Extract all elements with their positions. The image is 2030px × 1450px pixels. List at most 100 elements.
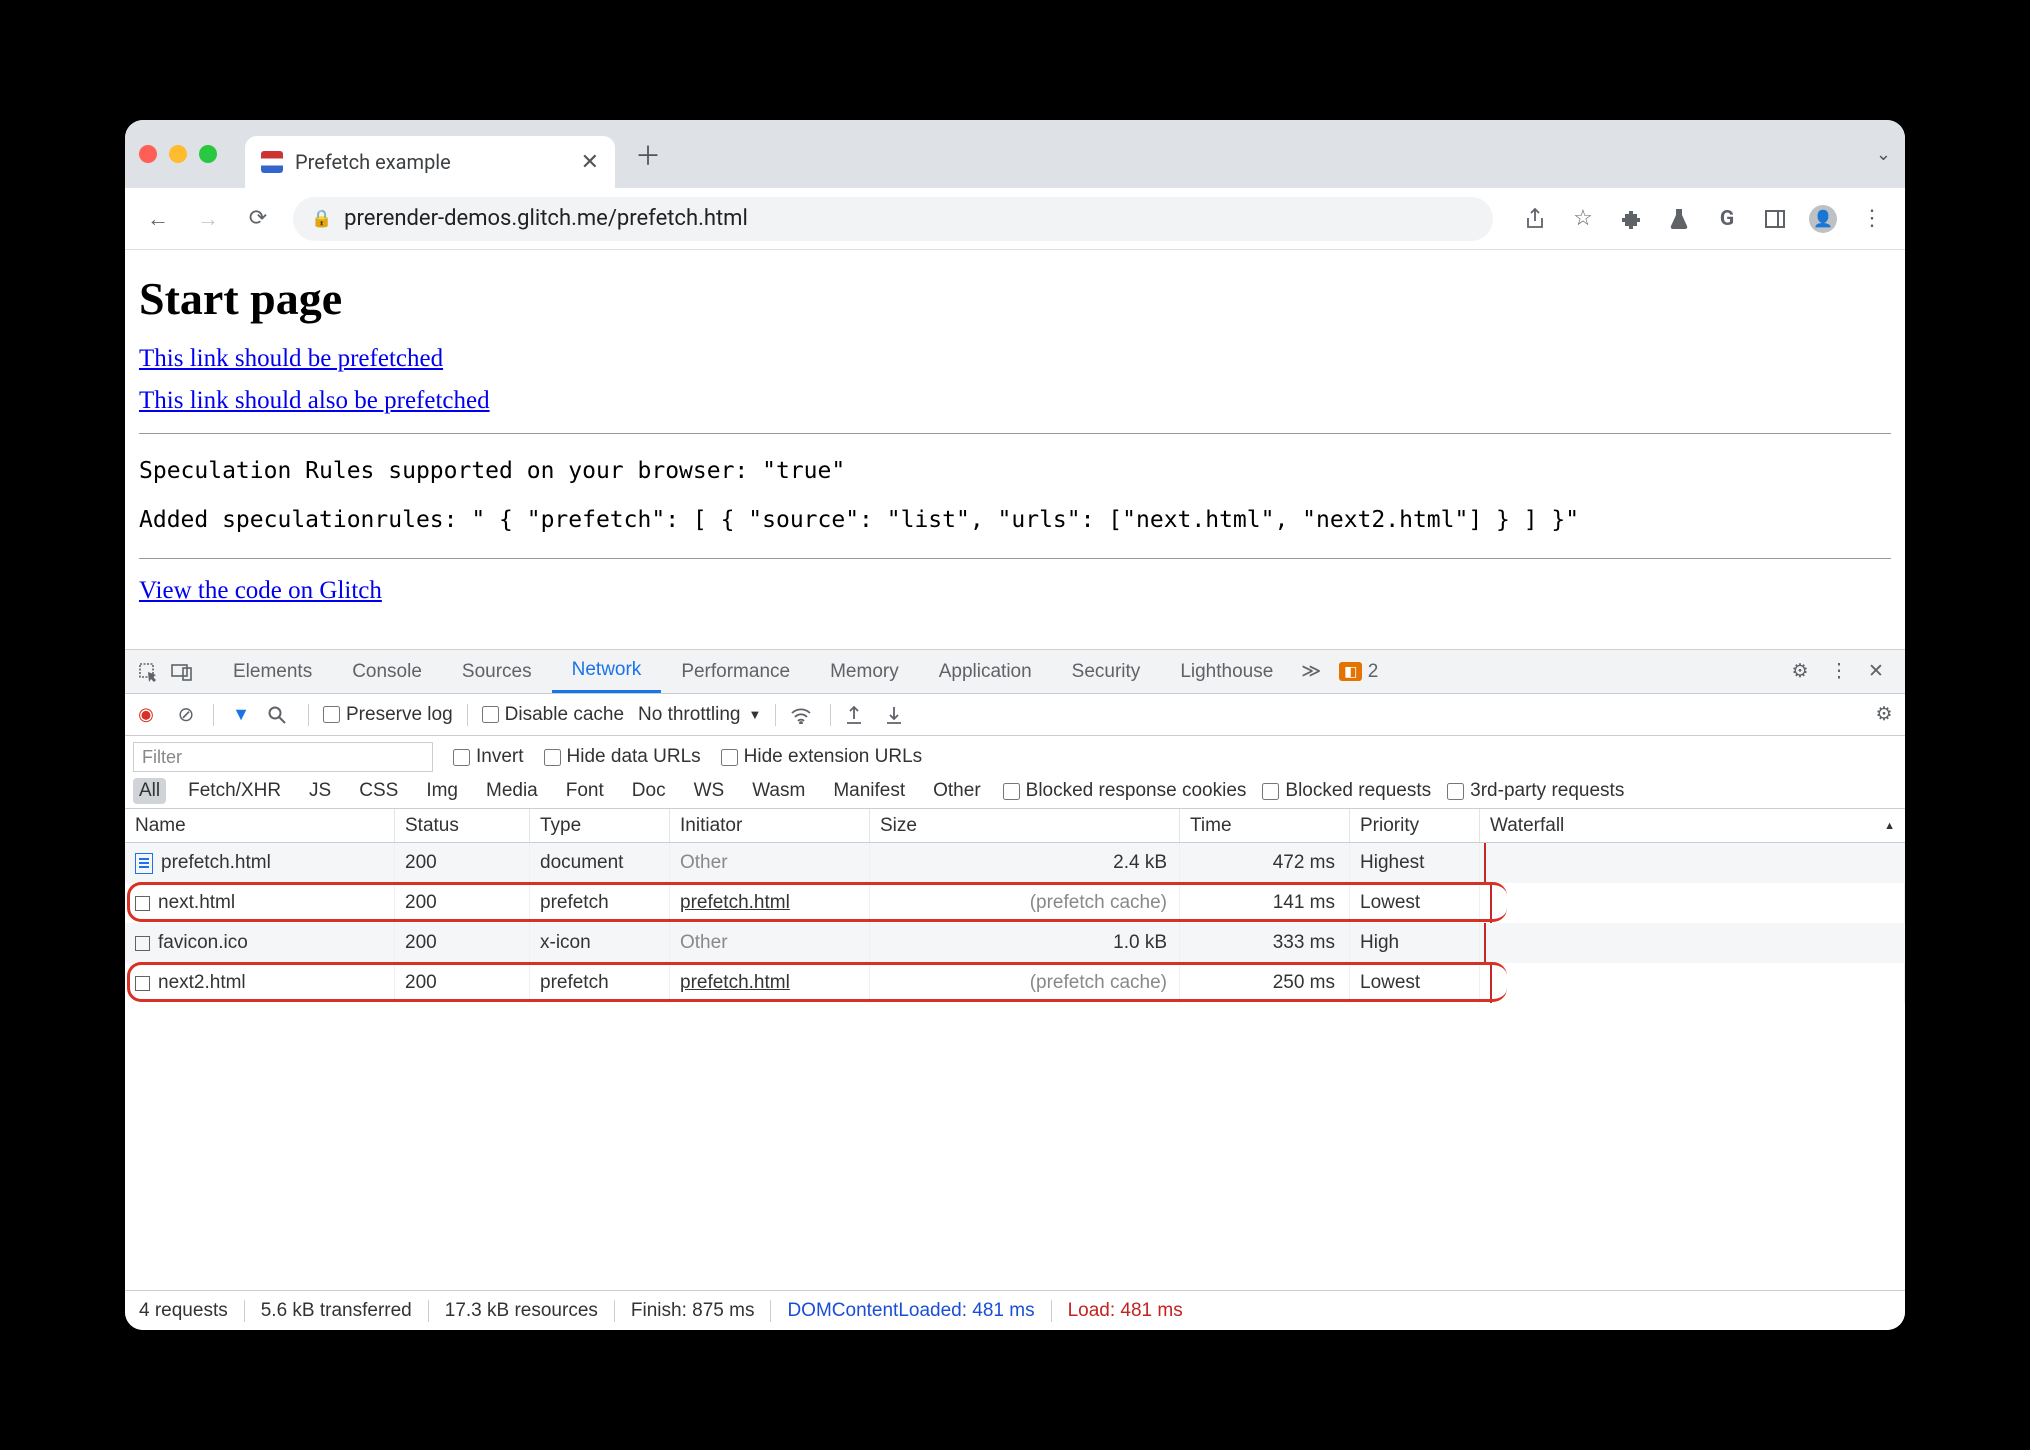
filter-type-ws[interactable]: WS	[688, 778, 731, 804]
status-finish: Finish: 875 ms	[615, 1300, 772, 1322]
reload-button[interactable]: ⟳	[235, 196, 281, 242]
filter-type-font[interactable]: Font	[560, 778, 610, 804]
search-icon[interactable]	[268, 706, 294, 724]
throttling-select[interactable]: No throttling▼	[638, 704, 761, 726]
tab-strip: Prefetch example ✕ ＋ ⌄	[125, 120, 1905, 188]
cell-initiator-link[interactable]: prefetch.html	[680, 892, 790, 914]
filter-type-all[interactable]: All	[133, 778, 166, 804]
filter-type-img[interactable]: Img	[420, 778, 464, 804]
tab-application[interactable]: Application	[919, 650, 1052, 693]
tab-performance[interactable]: Performance	[661, 650, 810, 693]
filter-type-css[interactable]: CSS	[353, 778, 404, 804]
device-toolbar-icon[interactable]	[165, 650, 199, 693]
page-heading: Start page	[139, 272, 1891, 325]
cell-initiator: Other	[680, 932, 728, 954]
browser-menu-button[interactable]: ⋮	[1847, 196, 1895, 242]
col-size[interactable]: Size	[870, 809, 1180, 842]
share-icon[interactable]	[1511, 196, 1559, 242]
invert-checkbox[interactable]: Invert	[453, 746, 524, 768]
clear-button[interactable]: ⊘	[173, 702, 199, 727]
cell-type: prefetch	[540, 972, 609, 994]
tab-security[interactable]: Security	[1052, 650, 1161, 693]
col-type[interactable]: Type	[530, 809, 670, 842]
lock-icon: 🔒	[311, 209, 332, 229]
devtools-close-button[interactable]: ✕	[1859, 660, 1893, 683]
filter-input[interactable]: Filter	[133, 742, 433, 772]
browser-tab[interactable]: Prefetch example ✕	[245, 136, 615, 188]
cell-initiator-link[interactable]: prefetch.html	[680, 972, 790, 994]
blocked-requests-checkbox[interactable]: Blocked requests	[1262, 780, 1431, 802]
export-har-icon[interactable]	[845, 705, 871, 725]
filter-type-manifest[interactable]: Manifest	[827, 778, 911, 804]
col-priority[interactable]: Priority	[1350, 809, 1480, 842]
cell-name: prefetch.html	[161, 852, 271, 874]
col-initiator[interactable]: Initiator	[670, 809, 870, 842]
devtools-menu-button[interactable]: ⋮	[1821, 660, 1855, 683]
blocked-cookies-checkbox[interactable]: Blocked response cookies	[1003, 780, 1247, 802]
third-party-checkbox[interactable]: 3rd-party requests	[1447, 780, 1624, 802]
record-button[interactable]: ◉	[133, 704, 159, 725]
filter-type-js[interactable]: JS	[303, 778, 337, 804]
filter-type-doc[interactable]: Doc	[626, 778, 672, 804]
col-status[interactable]: Status	[395, 809, 530, 842]
col-name[interactable]: Name	[125, 809, 395, 842]
devtools-settings-icon[interactable]: ⚙	[1783, 660, 1817, 683]
hide-extension-urls-checkbox[interactable]: Hide extension URLs	[721, 746, 922, 768]
table-row[interactable]: favicon.ico200x-iconOther1.0 kB333 msHig…	[125, 923, 1905, 963]
preserve-log-checkbox[interactable]: Preserve log	[323, 704, 453, 726]
status-requests: 4 requests	[139, 1300, 245, 1322]
disable-cache-checkbox[interactable]: Disable cache	[482, 704, 624, 726]
back-button[interactable]: ←	[135, 196, 181, 242]
table-row[interactable]: prefetch.html200documentOther2.4 kB472 m…	[125, 843, 1905, 883]
tab-sources[interactable]: Sources	[442, 650, 552, 693]
filter-type-media[interactable]: Media	[480, 778, 544, 804]
side-panel-icon[interactable]	[1751, 196, 1799, 242]
table-row[interactable]: next2.html200prefetchprefetch.html(prefe…	[125, 963, 1905, 1003]
col-waterfall[interactable]: Waterfall▲	[1480, 809, 1905, 842]
table-row[interactable]: next.html200prefetchprefetch.html(prefet…	[125, 883, 1905, 923]
inspect-element-icon[interactable]	[131, 650, 165, 693]
prefetch-link-2[interactable]: This link should also be prefetched	[139, 387, 490, 415]
address-bar[interactable]: 🔒 prerender-demos.glitch.me/prefetch.htm…	[293, 197, 1493, 241]
hide-data-urls-checkbox[interactable]: Hide data URLs	[544, 746, 701, 768]
profile-avatar[interactable]: 👤	[1799, 196, 1847, 242]
cell-name: next.html	[158, 892, 235, 914]
minimize-window-button[interactable]	[169, 145, 187, 163]
tab-memory[interactable]: Memory	[810, 650, 919, 693]
close-tab-button[interactable]: ✕	[581, 150, 599, 175]
more-tabs-button[interactable]: ≫	[1293, 650, 1329, 693]
close-window-button[interactable]	[139, 145, 157, 163]
filter-type-other[interactable]: Other	[927, 778, 987, 804]
tab-elements[interactable]: Elements	[213, 650, 332, 693]
extensions-icon[interactable]	[1607, 196, 1655, 242]
import-har-icon[interactable]	[885, 705, 911, 725]
new-tab-button[interactable]: ＋	[635, 136, 661, 173]
network-conditions-icon[interactable]	[790, 706, 816, 724]
document-icon	[135, 853, 153, 874]
col-time[interactable]: Time	[1180, 809, 1350, 842]
tab-console[interactable]: Console	[332, 650, 442, 693]
filter-type-fetchxhr[interactable]: Fetch/XHR	[182, 778, 287, 804]
cell-status: 200	[405, 972, 437, 994]
filter-toggle-icon[interactable]: ▼	[228, 704, 254, 725]
tab-lighthouse[interactable]: Lighthouse	[1160, 650, 1293, 693]
devtools-tab-bar: Elements Console Sources Network Perform…	[125, 650, 1905, 694]
view-code-link[interactable]: View the code on Glitch	[139, 577, 382, 605]
prefetch-link-1[interactable]: This link should be prefetched	[139, 345, 443, 373]
tab-network[interactable]: Network	[552, 650, 662, 693]
cell-time: 472 ms	[1273, 852, 1335, 874]
labs-icon[interactable]	[1655, 196, 1703, 242]
network-toolbar: ◉ ⊘ ▼ Preserve log Disable cache No thro…	[125, 694, 1905, 736]
tab-list-button[interactable]: ⌄	[1876, 144, 1891, 165]
maximize-window-button[interactable]	[199, 145, 217, 163]
cell-time: 250 ms	[1273, 972, 1335, 994]
browser-toolbar: ← → ⟳ 🔒 prerender-demos.glitch.me/prefet…	[125, 188, 1905, 250]
issues-badge[interactable]: ◧ 2	[1329, 650, 1386, 693]
network-settings-icon[interactable]: ⚙	[1871, 703, 1897, 726]
google-g-icon[interactable]: G	[1703, 196, 1751, 242]
filter-type-wasm[interactable]: Wasm	[746, 778, 811, 804]
forward-button[interactable]: →	[185, 196, 231, 242]
bookmark-star-icon[interactable]: ☆	[1559, 196, 1607, 242]
speculation-rules-text: Added speculationrules: " { "prefetch": …	[139, 501, 1891, 540]
network-table-body: prefetch.html200documentOther2.4 kB472 m…	[125, 843, 1905, 1003]
